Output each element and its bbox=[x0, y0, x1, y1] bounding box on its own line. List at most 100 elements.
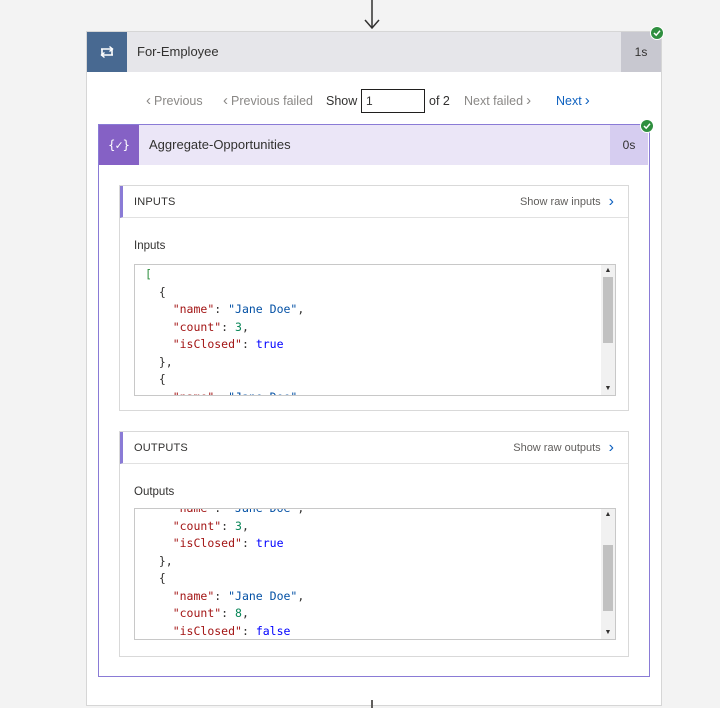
code-token: "name" bbox=[172, 302, 215, 316]
code-line: "count": 8, bbox=[145, 605, 304, 623]
code-token: : bbox=[241, 536, 256, 550]
code-token: "Jane Doe" bbox=[228, 588, 298, 603]
inputs-panel: INPUTS Show raw inputs › Inputs [ { "nam… bbox=[119, 185, 629, 411]
code-line: "isClosed": true bbox=[145, 336, 304, 354]
inputs-header-label: INPUTS bbox=[134, 196, 176, 208]
code-token: 3 bbox=[235, 518, 242, 533]
code-token: : bbox=[214, 588, 229, 603]
code-token: "Jane Doe" bbox=[228, 390, 297, 396]
code-token: "Jane Doe" bbox=[228, 508, 298, 515]
outputs-code-viewer[interactable]: "name": "Jane Doe", "count": 3, "isClose… bbox=[134, 508, 616, 640]
page-number-input[interactable] bbox=[361, 89, 425, 113]
flow-connector-line bbox=[371, 700, 373, 708]
scroll-down-arrow-icon[interactable]: ▼ bbox=[601, 383, 615, 395]
outputs-scrollbar[interactable]: ▲ ▼ bbox=[601, 509, 615, 639]
code-token: true bbox=[255, 536, 284, 550]
code-token: , bbox=[297, 302, 305, 316]
page-count-label: of 2 bbox=[429, 94, 450, 108]
code-line: "name": "Jane Doe", bbox=[145, 301, 305, 319]
for-employee-title: For-Employee bbox=[137, 44, 219, 59]
previous-failed-button[interactable]: ‹ Previous failed bbox=[220, 88, 313, 114]
inputs-code-text: [ { "name": "Jane Doe", "count": 3, "isC… bbox=[145, 266, 305, 396]
code-token: "count" bbox=[172, 319, 222, 334]
chevron-right-icon: › bbox=[608, 439, 614, 456]
iteration-pager: ‹Previous ‹Previous failed Show of 2 Nex… bbox=[87, 88, 661, 114]
code-token: : bbox=[221, 319, 236, 334]
code-token: , bbox=[241, 319, 249, 334]
code-token: , bbox=[297, 588, 305, 603]
for-employee-success-check-icon bbox=[650, 26, 664, 40]
aggregate-opportunities-header[interactable]: {✓} Aggregate-Opportunities 0s bbox=[99, 125, 648, 165]
code-token: "count" bbox=[172, 606, 222, 620]
code-token: "isClosed" bbox=[172, 337, 242, 351]
code-line: "count": 3, bbox=[145, 518, 304, 536]
chevron-left-icon: ‹ bbox=[146, 92, 151, 109]
code-line: }, bbox=[145, 553, 304, 571]
next-button[interactable]: Next › bbox=[556, 88, 593, 114]
chevron-right-icon: › bbox=[526, 92, 532, 109]
next-failed-button[interactable]: Next failed › bbox=[464, 88, 534, 114]
inputs-scrollbar[interactable]: ▲ ▼ bbox=[601, 265, 615, 395]
scroll-down-arrow-icon[interactable]: ▼ bbox=[601, 627, 615, 639]
inputs-field-label: Inputs bbox=[134, 240, 166, 252]
code-line: { bbox=[145, 570, 304, 588]
code-token: "count" bbox=[172, 518, 222, 533]
scroll-up-arrow-icon[interactable]: ▲ bbox=[601, 265, 615, 277]
code-token: 8 bbox=[235, 606, 242, 620]
code-token: , bbox=[241, 518, 249, 533]
code-token: "name" bbox=[173, 390, 215, 396]
code-line: "name": "Jane Doe", bbox=[145, 588, 305, 606]
code-token: : bbox=[221, 606, 236, 620]
code-token: }, bbox=[145, 553, 173, 568]
outputs-panel: OUTPUTS Show raw outputs › Outputs "name… bbox=[119, 431, 629, 657]
code-token: : bbox=[221, 518, 236, 533]
code-line: "name": "Jane Doe", bbox=[145, 508, 305, 518]
code-token: }, bbox=[145, 354, 173, 369]
for-employee-card: For-Employee 1s ‹ Previous ‹ Previous fail… bbox=[87, 26, 664, 705]
code-token: true bbox=[255, 337, 284, 351]
compose-icon: {✓} bbox=[99, 125, 139, 165]
show-raw-outputs-link[interactable]: Show raw outputs › bbox=[513, 432, 614, 464]
code-token: "isClosed" bbox=[172, 536, 242, 550]
aggregate-opportunities-title: Aggregate-Opportunities bbox=[149, 137, 291, 152]
outputs-scroll-thumb[interactable] bbox=[603, 545, 613, 611]
scroll-up-arrow-icon[interactable]: ▲ bbox=[601, 509, 615, 521]
inputs-code-viewer[interactable]: [ { "name": "Jane Doe", "count": 3, "isC… bbox=[134, 264, 616, 396]
code-line: { bbox=[145, 371, 304, 389]
code-line: "isClosed": true bbox=[145, 535, 304, 553]
code-token: : bbox=[241, 623, 256, 638]
code-token: "Jane Doe" bbox=[228, 302, 298, 316]
code-token: : bbox=[214, 508, 229, 515]
show-raw-inputs-link[interactable]: Show raw inputs › bbox=[520, 186, 614, 218]
inputs-scroll-thumb[interactable] bbox=[603, 277, 613, 343]
code-token: : bbox=[241, 337, 256, 351]
code-token: , bbox=[297, 508, 305, 515]
for-employee-header[interactable]: For-Employee 1s bbox=[87, 32, 661, 72]
code-line: { bbox=[145, 284, 304, 302]
outputs-panel-header: OUTPUTS Show raw outputs › bbox=[120, 432, 628, 464]
previous-button[interactable]: ‹ Previous bbox=[143, 88, 203, 114]
inputs-panel-header: INPUTS Show raw inputs › bbox=[120, 186, 628, 218]
code-token: false bbox=[255, 623, 291, 638]
chevron-right-icon: › bbox=[584, 92, 590, 109]
code-line: "isClosed": false bbox=[145, 623, 304, 640]
code-token: , bbox=[297, 390, 304, 396]
aggregate-success-check-icon bbox=[640, 119, 654, 133]
code-token: { bbox=[145, 372, 166, 386]
loop-icon bbox=[87, 32, 127, 72]
code-token: { bbox=[145, 571, 166, 585]
code-token: "name" bbox=[172, 588, 215, 603]
code-line: [ bbox=[145, 266, 304, 284]
code-token: "name" bbox=[172, 508, 215, 515]
code-token: "isClosed" bbox=[172, 623, 242, 638]
code-token: , bbox=[241, 606, 249, 620]
flow-connector-arrow-icon bbox=[364, 0, 380, 30]
show-label: Show bbox=[326, 94, 358, 108]
